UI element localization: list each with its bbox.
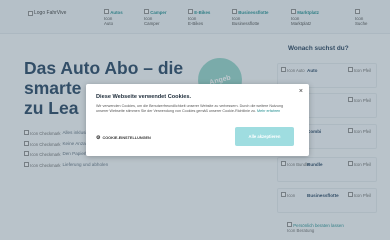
page: Logo FahrVive Autos Icon Auto Camper Ico… [0, 0, 390, 240]
close-icon[interactable]: × [299, 88, 303, 95]
cookie-settings-label: COOKIE-EINSTELLUNGEN [102, 136, 151, 140]
cookie-text-body: Wir verwenden Cookies, um die Benutzerfr… [96, 104, 284, 113]
cookie-dialog-text: Wir verwenden Cookies, um die Benutzerfr… [96, 104, 296, 113]
accept-all-button[interactable]: Alle akzeptieren [235, 127, 294, 146]
cookie-dialog-title: Diese Webseite verwendet Cookies. [96, 94, 192, 100]
cookie-dialog: Diese Webseite verwendet Cookies. × Wir … [86, 84, 309, 156]
gear-icon: ⚙ [96, 135, 101, 141]
cookie-more-link[interactable]: Mehr erfahren [257, 109, 280, 113]
cookie-settings-button[interactable]: ⚙ COOKIE-EINSTELLUNGEN [96, 135, 151, 141]
